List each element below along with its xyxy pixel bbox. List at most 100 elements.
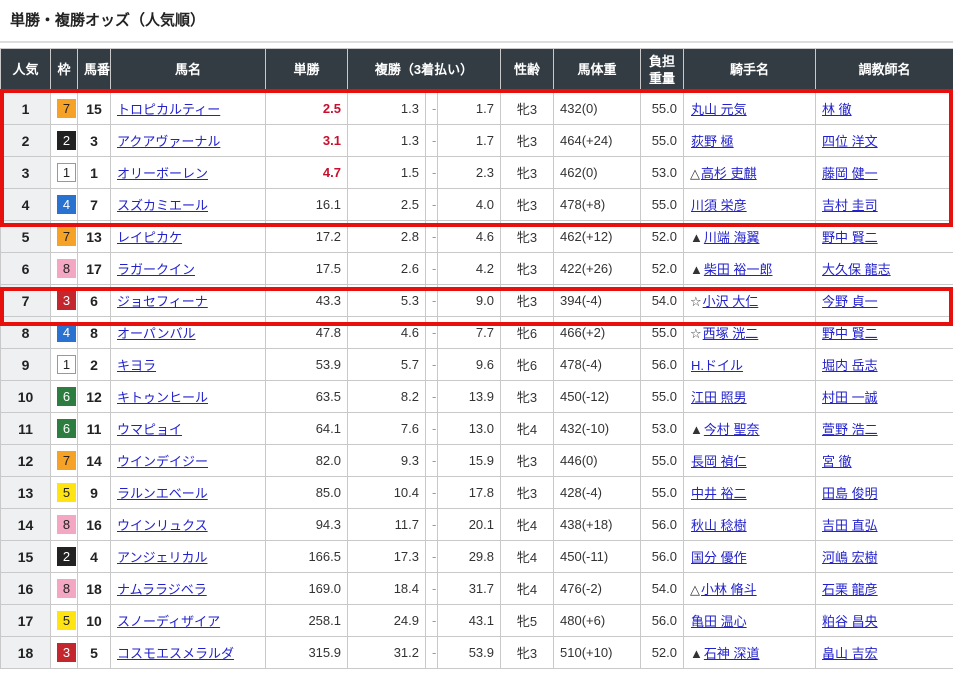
impost-cell: 55.0 [641, 317, 684, 349]
impost-cell: 55.0 [641, 381, 684, 413]
frame-cell: 7 [51, 221, 78, 253]
place-odds-separator: - [426, 445, 438, 477]
jockey-link[interactable]: 秋山 稔樹 [691, 518, 747, 533]
jockey-link[interactable]: 亀田 温心 [691, 614, 747, 629]
horse-name-link[interactable]: ウマピョイ [117, 422, 182, 437]
trainer-link[interactable]: 田島 俊明 [822, 486, 878, 501]
horse-name-link[interactable]: コスモエスメラルダ [117, 646, 234, 661]
trainer-link[interactable]: 吉田 直弘 [822, 518, 878, 533]
frame-number-badge: 5 [57, 611, 76, 630]
horse-name-link[interactable]: ラルンエベール [117, 486, 208, 501]
header-frame: 枠 [51, 49, 78, 93]
trainer-link[interactable]: 林 徹 [822, 102, 852, 117]
frame-number-badge: 8 [57, 579, 76, 598]
jockey-mark: △ [690, 582, 700, 597]
place-odds-low-cell: 9.3 [348, 445, 426, 477]
trainer-link[interactable]: 宮 徹 [822, 454, 852, 469]
place-odds-high-cell: 29.8 [438, 541, 501, 573]
trainer-link[interactable]: 河嶋 宏樹 [822, 550, 878, 565]
horse-weight-cell: 432(0) [554, 93, 641, 125]
jockey-link[interactable]: 長岡 禎仁 [691, 454, 747, 469]
jockey-mark: △ [690, 166, 700, 181]
horse-name-link[interactable]: ナムララジベラ [117, 582, 207, 597]
jockey-link[interactable]: 江田 照男 [691, 390, 747, 405]
horse-name-link[interactable]: ウインリュクス [117, 518, 208, 533]
sex-age-cell: 牝6 [501, 349, 554, 381]
trainer-link[interactable]: 藤岡 健一 [822, 166, 878, 181]
place-odds-separator: - [426, 605, 438, 637]
trainer-link[interactable]: 吉村 圭司 [822, 198, 878, 213]
place-odds-high-cell: 1.7 [438, 125, 501, 157]
horse-name-link[interactable]: キトゥンヒール [117, 390, 208, 405]
horse-name-cell: ウインデイジー [111, 445, 266, 477]
jockey-link[interactable]: 川端 海翼 [704, 230, 760, 245]
win-odds-cell: 64.1 [266, 413, 348, 445]
win-odds-cell: 17.5 [266, 253, 348, 285]
trainer-cell: 野中 賢二 [816, 221, 953, 253]
horse-name-link[interactable]: ジョセフィーナ [117, 294, 208, 309]
jockey-link[interactable]: H.ドイル [691, 358, 743, 373]
place-odds-separator: - [426, 189, 438, 221]
trainer-link[interactable]: 畠山 吉宏 [822, 646, 878, 661]
page-title: 単勝・複勝オッズ（人気順） [0, 0, 953, 41]
jockey-cell: 江田 照男 [684, 381, 816, 413]
horse-name-link[interactable]: キヨラ [117, 358, 156, 373]
horse-name-link[interactable]: レイピカケ [117, 230, 182, 245]
place-odds-low-cell: 7.6 [348, 413, 426, 445]
trainer-link[interactable]: 粕谷 昌央 [822, 614, 878, 629]
impost-cell: 55.0 [641, 125, 684, 157]
jockey-link[interactable]: 中井 裕二 [691, 486, 747, 501]
place-odds-high-cell: 4.2 [438, 253, 501, 285]
jockey-link[interactable]: 西塚 洸二 [703, 326, 759, 341]
sex-age-cell: 牝3 [501, 189, 554, 221]
jockey-mark: ☆ [690, 326, 702, 341]
place-odds-separator: - [426, 285, 438, 317]
horse-name-link[interactable]: アンジェリカル [117, 550, 207, 565]
horse-name-link[interactable]: オリーボーレン [117, 166, 208, 181]
table-row: 7 3 6 ジョセフィーナ 43.3 5.3 - 9.0 牝3 394(-4) … [1, 285, 953, 317]
place-odds-separator: - [426, 349, 438, 381]
horse-number-cell: 16 [78, 509, 111, 541]
jockey-link[interactable]: 川須 栄彦 [691, 198, 747, 213]
jockey-link[interactable]: 柴田 裕一郎 [704, 262, 773, 277]
frame-cell: 4 [51, 317, 78, 349]
trainer-link[interactable]: 四位 洋文 [822, 134, 878, 149]
horse-weight-cell: 422(+26) [554, 253, 641, 285]
jockey-link[interactable]: 石神 深道 [704, 646, 760, 661]
frame-number-badge: 7 [57, 99, 76, 118]
trainer-link[interactable]: 野中 賢二 [822, 326, 878, 341]
rank-cell: 9 [1, 349, 51, 381]
trainer-cell: 河嶋 宏樹 [816, 541, 953, 573]
jockey-link[interactable]: 小沢 大仁 [703, 294, 759, 309]
horse-name-cell: スズカミエール [111, 189, 266, 221]
jockey-link[interactable]: 丸山 元気 [691, 102, 747, 117]
horse-weight-cell: 510(+10) [554, 637, 641, 669]
frame-cell: 2 [51, 541, 78, 573]
trainer-link[interactable]: 堀内 岳志 [822, 358, 878, 373]
trainer-link[interactable]: 野中 賢二 [822, 230, 878, 245]
trainer-link[interactable]: 今野 貞一 [822, 294, 878, 309]
trainer-link[interactable]: 大久保 龍志 [822, 262, 891, 277]
horse-name-link[interactable]: ウインデイジー [117, 454, 208, 469]
horse-number-cell: 5 [78, 637, 111, 669]
jockey-cell: H.ドイル [684, 349, 816, 381]
horse-name-cell: キトゥンヒール [111, 381, 266, 413]
horse-name-link[interactable]: ラガークイン [117, 262, 195, 277]
jockey-link[interactable]: 荻野 極 [691, 134, 734, 149]
horse-name-link[interactable]: オーパンバル [117, 326, 196, 341]
place-odds-low-cell: 2.8 [348, 221, 426, 253]
horse-name-link[interactable]: スノーディザイア [117, 614, 220, 629]
trainer-link[interactable]: 石栗 龍彦 [822, 582, 878, 597]
jockey-link[interactable]: 国分 優作 [691, 550, 747, 565]
horse-name-link[interactable]: トロピカルティー [117, 102, 220, 117]
trainer-link[interactable]: 萱野 浩二 [822, 422, 878, 437]
jockey-link[interactable]: 今村 聖奈 [704, 422, 760, 437]
horse-name-link[interactable]: アクアヴァーナル [117, 134, 220, 149]
jockey-link[interactable]: 高杉 吏麒 [701, 166, 757, 181]
frame-cell: 6 [51, 413, 78, 445]
jockey-link[interactable]: 小林 脩斗 [701, 582, 757, 597]
place-odds-low-cell: 10.4 [348, 477, 426, 509]
horse-name-link[interactable]: スズカミエール [117, 198, 208, 213]
place-odds-high-cell: 13.0 [438, 413, 501, 445]
trainer-link[interactable]: 村田 一誠 [822, 390, 878, 405]
